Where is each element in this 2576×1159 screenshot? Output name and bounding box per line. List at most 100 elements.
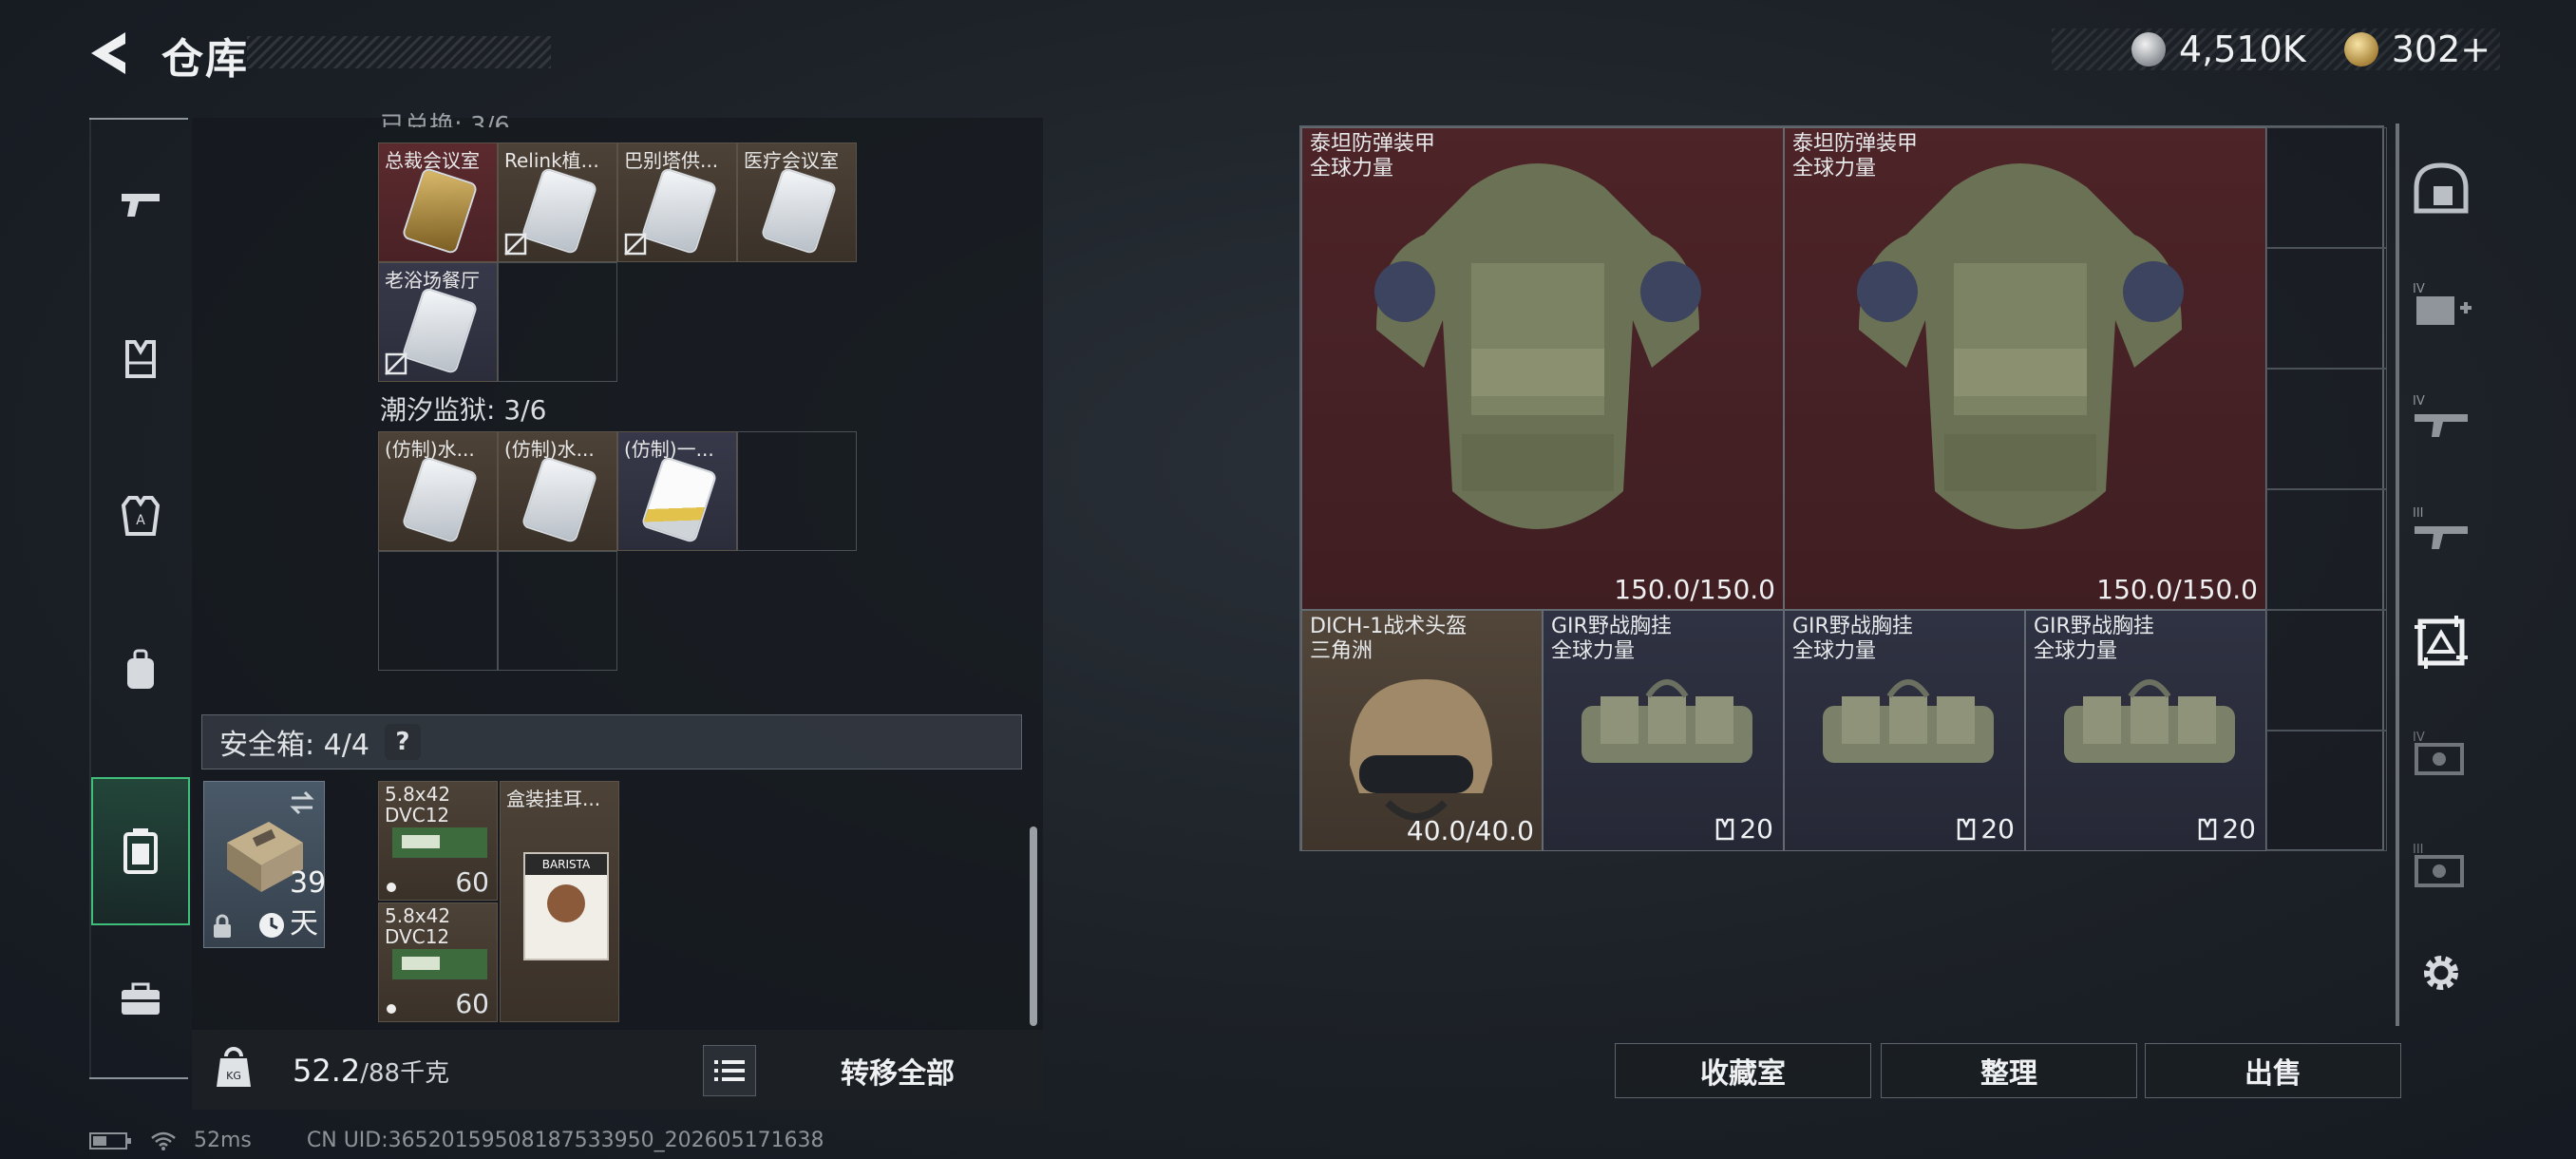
chest-rig-image [1582,679,1752,763]
category-sidebar: A [89,118,190,1077]
keycard-item[interactable]: 巴别塔供... [617,142,737,262]
sidebar-item-weapons[interactable] [91,154,190,253]
inventory-scrollbar[interactable] [1030,826,1037,1026]
helmet-name: DICH-1战术头盔 [1310,615,1468,638]
equip-tab-helmet[interactable] [2394,141,2489,236]
keycard-item[interactable]: Relink植... [498,142,617,262]
coin-icon [2131,32,2166,66]
token-icon [2343,32,2378,66]
coin-balance: 4,510K [2179,28,2306,70]
ammo-item[interactable]: 5.8x42 DVC12 60 [378,902,498,1022]
equip-tab-ammo-iv[interactable]: IV [2394,370,2489,466]
armor-slot-1[interactable]: 泰坦防弹装甲 全球力量 150.0/150.0 [1301,127,1784,610]
equip-tab-rig-iv[interactable]: IV [2394,707,2489,802]
sidebar-item-armor[interactable]: A [91,466,190,564]
svg-text:KG: KG [226,1070,241,1082]
ammo-count: 60 [455,988,489,1019]
sell-button[interactable]: 出售 [2145,1043,2401,1098]
keycard-item[interactable]: (仿制)水... [498,431,617,551]
equip-tab-armor[interactable] [2394,595,2489,690]
page-title: 仓库 [161,35,249,84]
armor-image [1374,163,1701,529]
capacity-badge: 20 [1714,813,1773,845]
sort-button[interactable]: 整理 [1881,1043,2137,1098]
equip-tab-ammo-iii[interactable]: III [2394,483,2489,578]
item-name: (仿制)水... [504,438,595,461]
grid-cell [2266,369,2387,489]
helmet-slot[interactable]: DICH-1战术头盔 三角洲 40.0/40.0 [1301,610,1543,851]
grid-cell [2266,127,2387,248]
ammo-name: 5.8x42 DVC12 [385,905,451,947]
svg-text:III: III [2413,843,2424,857]
helmet-image [1350,679,1492,821]
keycard-item[interactable]: 医疗会议室 [737,142,857,262]
helmet-icon [2414,162,2469,214]
armor-slot-2[interactable]: 泰坦防弹装甲 全球力量 150.0/150.0 [1784,127,2266,610]
clock-icon [259,913,284,938]
medkit-icon: IV [2413,282,2472,325]
keycard-item[interactable]: 总裁会议室 [378,142,498,262]
svg-text:IV: IV [2413,282,2425,296]
keycard-item[interactable]: (仿制)水... [378,431,498,551]
equip-tab-rig-iii[interactable]: III [2394,819,2489,914]
capacity-badge: 20 [1956,813,2015,845]
keycard-item[interactable]: 老浴场餐厅 [378,262,498,382]
chest-rig-image [2064,679,2235,763]
brand-label: BARISTA [525,854,607,875]
keycard-icon [642,169,716,253]
safe-box-container[interactable]: 39天 [203,781,326,948]
collection-room-button[interactable]: 收藏室 [1615,1043,1871,1098]
token-balance[interactable]: 302+ [2392,28,2491,70]
wifi-icon [151,1131,176,1150]
user-uid: CN UID:36520159508187533950_202605171638 [306,1129,824,1152]
rig-name: GIR野战胸挂 [2034,615,2154,638]
grid-cell [2266,610,2387,731]
coffee-box-item[interactable]: 盒装挂耳... BARISTA [500,781,619,1022]
chest-rig-slot[interactable]: GIR野战胸挂 全球力量 20 [2025,610,2266,851]
sidebar-item-backpack[interactable] [91,621,190,720]
chest-rig-slot[interactable]: GIR野战胸挂 全球力量 20 [1543,610,1784,851]
settings-button[interactable] [2394,925,2489,1020]
sidebar-item-chest-rigs[interactable] [91,310,190,408]
equipment-category-bar: IV IV III IV III [2394,133,2489,1026]
equip-tab-medical[interactable]: IV [2394,258,2489,353]
keycard-icon [522,458,597,542]
sidebar-item-container[interactable] [91,777,190,925]
item-name: 医疗会议室 [744,149,839,172]
container-icon [123,828,158,874]
grid-cell [2266,489,2387,610]
no-trade-icon [624,233,647,256]
safe-box-label: 安全箱: 4/4 [219,729,369,762]
svg-text:IV: IV [2413,731,2425,745]
armor-frame-icon [2415,616,2468,669]
swap-icon[interactable] [288,789,316,816]
carry-weight: 52.2/88千克 [293,1053,449,1089]
rifle-icon: III [2413,506,2468,549]
armor-image [1857,163,2184,529]
transfer-all-button[interactable]: 转移全部 [769,1043,1026,1098]
sidebar-item-toolbox[interactable] [91,950,190,1049]
back-arrow-icon [91,32,125,74]
rig-name: GIR野战胸挂 [1792,615,1913,638]
svg-text:III: III [2413,506,2424,521]
item-name: 巴别塔供... [624,149,719,172]
help-button[interactable]: ? [384,724,421,760]
chest-rig-slot[interactable]: GIR野战胸挂 全球力量 20 [1784,610,2025,851]
safe-box-grid: 5.8x42 DVC12 60 5.8x42 DVC12 60 盒装挂耳... BARIS… [378,781,621,1024]
keycard-item[interactable]: (仿制)一... [617,431,737,551]
grid-cell [2266,731,2387,851]
grid-cell [2266,248,2387,369]
ammo-item[interactable]: 5.8x42 DVC12 60 [378,781,498,901]
list-view-button[interactable] [703,1045,756,1096]
sidebar-bottom-divider [89,1077,188,1079]
ammo-dot-icon [387,883,396,892]
keycard-grid-2: (仿制)水... (仿制)水... (仿制)一... [378,431,861,674]
currency-bar: 4,510K 302+ [2052,28,2500,70]
ammo-name: 5.8x42 DVC12 [385,784,451,826]
vest-icon [2199,818,2217,840]
status-footer: 52ms CN UID:36520159508187533950_2026051… [89,1129,824,1152]
back-button[interactable] [84,27,137,80]
armor-icon: A [121,496,161,536]
ping-value: 52ms [194,1129,252,1152]
weight-max: /88千克 [360,1059,450,1088]
